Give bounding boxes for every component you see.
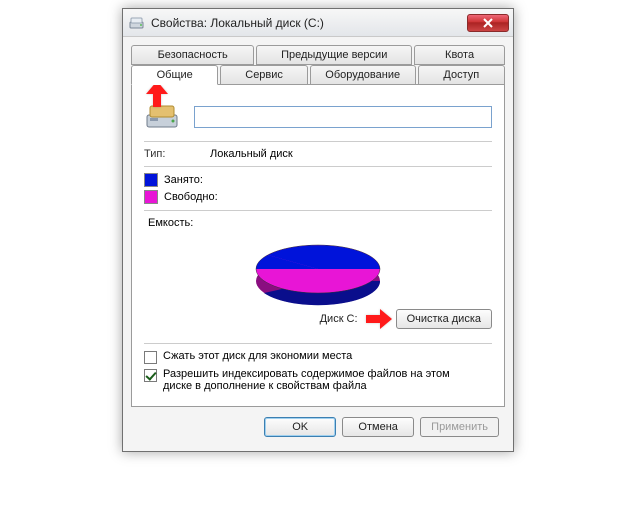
type-value: Локальный диск	[210, 148, 293, 160]
tab-previous-versions[interactable]: Предыдущие версии	[256, 45, 412, 65]
titlebar: Свойства: Локальный диск (C:)	[123, 9, 513, 37]
index-checkbox[interactable]	[144, 369, 157, 382]
tab-sharing[interactable]: Доступ	[418, 65, 505, 85]
type-label: Тип:	[144, 148, 210, 160]
free-label: Свободно:	[164, 191, 218, 203]
dialog-footer: OK Отмена Применить	[131, 407, 505, 443]
tab-row-bottom: Общие Сервис Оборудование Доступ	[131, 65, 505, 85]
compress-label: Сжать этот диск для экономии места	[163, 350, 352, 362]
window-title: Свойства: Локальный диск (C:)	[151, 16, 467, 30]
tab-panel-general: Тип: Локальный диск Занято: Свободно: Ем…	[131, 84, 505, 407]
capacity-label: Емкость:	[148, 217, 492, 229]
properties-dialog: Свойства: Локальный диск (C:) Безопаснос…	[122, 8, 514, 452]
tab-hardware[interactable]: Оборудование	[310, 65, 416, 85]
tab-general[interactable]: Общие	[131, 65, 218, 85]
free-swatch	[144, 190, 158, 204]
drive-large-icon	[144, 101, 184, 133]
close-icon	[483, 18, 493, 28]
index-label: Разрешить индексировать содержимое файло…	[163, 368, 463, 392]
disk-label: Диск C:	[320, 313, 358, 325]
used-swatch	[144, 173, 158, 187]
tab-security[interactable]: Безопасность	[131, 45, 254, 65]
ok-button[interactable]: OK	[264, 417, 336, 437]
tab-row-top: Безопасность Предыдущие версии Квота	[131, 45, 505, 65]
used-label: Занято:	[164, 174, 203, 186]
disk-cleanup-button[interactable]: Очистка диска	[396, 309, 492, 329]
compress-checkbox[interactable]	[144, 351, 157, 364]
tab-quota[interactable]: Квота	[414, 45, 505, 65]
usage-pie-chart	[238, 235, 398, 305]
close-button[interactable]	[467, 14, 509, 32]
apply-button[interactable]: Применить	[420, 417, 499, 437]
dialog-body: Безопасность Предыдущие версии Квота Общ…	[123, 37, 513, 451]
tab-tools[interactable]: Сервис	[220, 65, 307, 85]
volume-name-input[interactable]	[194, 106, 492, 128]
drive-icon	[129, 15, 145, 31]
cancel-button[interactable]: Отмена	[342, 417, 414, 437]
